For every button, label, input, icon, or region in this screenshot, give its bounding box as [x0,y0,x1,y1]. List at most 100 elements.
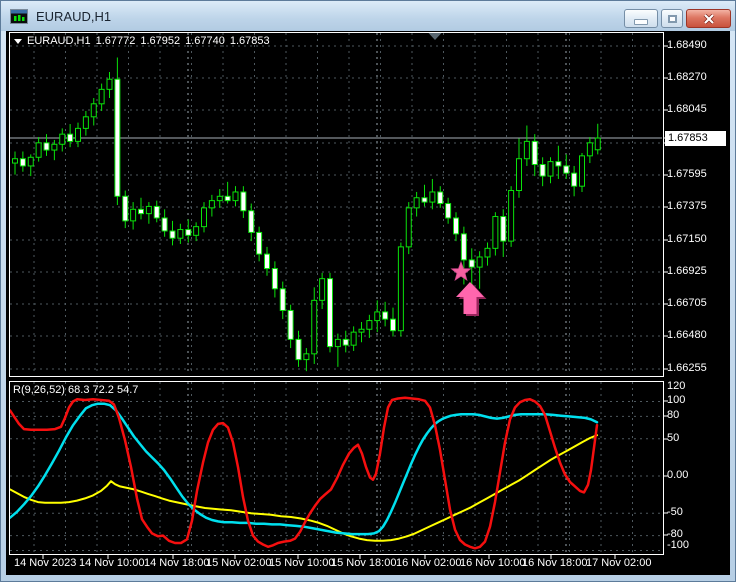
oscillator-layer [10,396,599,550]
price-axis-label: 1.68045 [667,103,707,115]
time-axis-label: 16 Nov 10:00 [460,557,526,569]
price-axis-label: 1.66255 [667,362,707,374]
candle-body [397,246,404,332]
candle-body [366,320,373,330]
candle-body [445,203,452,219]
ohlc-low: 1.67740 [185,35,225,47]
chart-canvas [9,32,668,559]
candle-body [334,338,341,348]
candle-body [90,103,97,118]
candle-body [201,207,207,228]
current-price-badge: 1.67853 [665,131,726,146]
candle-body [358,328,365,333]
candle-body [523,140,530,160]
candle-body [327,278,333,348]
oscillator-axis-label: 80 [667,409,680,421]
candle-body [382,311,389,320]
candle-body [106,78,113,90]
price-axis-label: 1.67595 [667,168,707,180]
candle-body [295,338,302,361]
candle-body [264,253,270,270]
candle-body [169,230,176,239]
candle-body [51,143,58,151]
candle-body [516,158,522,192]
candle-body [82,116,89,129]
indicator-label: R(9,26,52) 68.3 72.2 54.7 [13,384,139,396]
time-axis-label: 15 Nov 10:00 [269,557,335,569]
oscillator-panel-frame [9,381,664,555]
price-axis-label: 1.66480 [667,329,707,341]
candle-body [19,158,26,167]
time-axis-label: 15 Nov 02:00 [206,557,272,569]
candle-body [437,191,444,205]
candle-body [177,229,184,239]
candle-body [374,311,381,322]
candle-body [130,208,137,222]
time-axis-label: 14 Nov 18:00 [144,557,210,569]
candle-body [586,142,593,157]
candle-body [67,133,74,142]
candle-body [468,259,475,268]
candle-body [500,216,507,242]
candles-layer [12,57,601,372]
candle-body [216,195,223,202]
candle-body [59,133,66,145]
candle-body [421,197,428,203]
candle-body [579,155,585,187]
symbol-dropdown-icon[interactable] [14,38,22,44]
price-axis-label: 1.68490 [667,39,707,51]
candle-body [453,217,459,235]
oscillator-axis-label: 50 [667,432,680,444]
chart-header: EURAUD,H1 1.67772 1.67952 1.67740 1.6785… [14,35,270,47]
candle-body [145,205,152,215]
candle-body [232,191,239,202]
candle-body [429,191,436,203]
price-axis-label: 1.68270 [667,71,707,83]
ohlc-close: 1.67853 [229,35,270,47]
candle-body [539,164,546,177]
candle-body [350,331,357,346]
mt4-chart-window: EURAUD,H1 EURAUD,H1 1.67772 1.67952 1.67… [0,0,736,582]
candle-body [484,247,491,258]
candle-body [311,299,318,355]
candle-body [594,137,601,151]
candle-body [303,353,310,361]
candle-body [460,233,467,261]
candle-body [319,278,326,301]
candle-body [547,161,554,177]
candle-body [492,216,499,249]
candle-body [224,195,231,202]
candle-body [161,217,168,232]
candle-body [75,127,81,142]
ohlc-open: 1.67772 [95,35,136,47]
candle-body [279,288,286,311]
candle-body [185,229,192,236]
candle-body [98,88,105,105]
oscillator-axis-label: 0.00 [667,469,689,481]
candle-body [153,205,160,219]
time-axis-label: 14 Nov 2023 [14,557,77,569]
candle-body [508,190,515,242]
candle-body [35,142,42,158]
price-axis-label: 1.67150 [667,233,707,245]
price-axis-label: 1.66925 [667,265,707,277]
candle-body [271,268,278,290]
oscillator-axis-label: 120 [667,380,686,392]
candle-body [531,140,538,166]
price-axis-label: 1.67375 [667,200,707,212]
candle-body [256,231,263,255]
time-axis-label: 16 Nov 02:00 [396,557,462,569]
candle-body [342,338,349,346]
buy-signal-star [450,260,472,282]
candle-body [240,191,247,212]
candle-body [114,78,121,197]
candle-body [390,318,396,332]
oscillator-red-line [10,396,599,550]
candle-body [27,156,34,167]
candle-body [122,195,129,222]
candle-body [476,256,483,268]
oscillator-axis-label: -50 [667,506,683,518]
time-axis-label: 14 Nov 10:00 [79,557,145,569]
candle-body [12,158,18,164]
time-axis-label: 15 Nov 18:00 [331,557,397,569]
